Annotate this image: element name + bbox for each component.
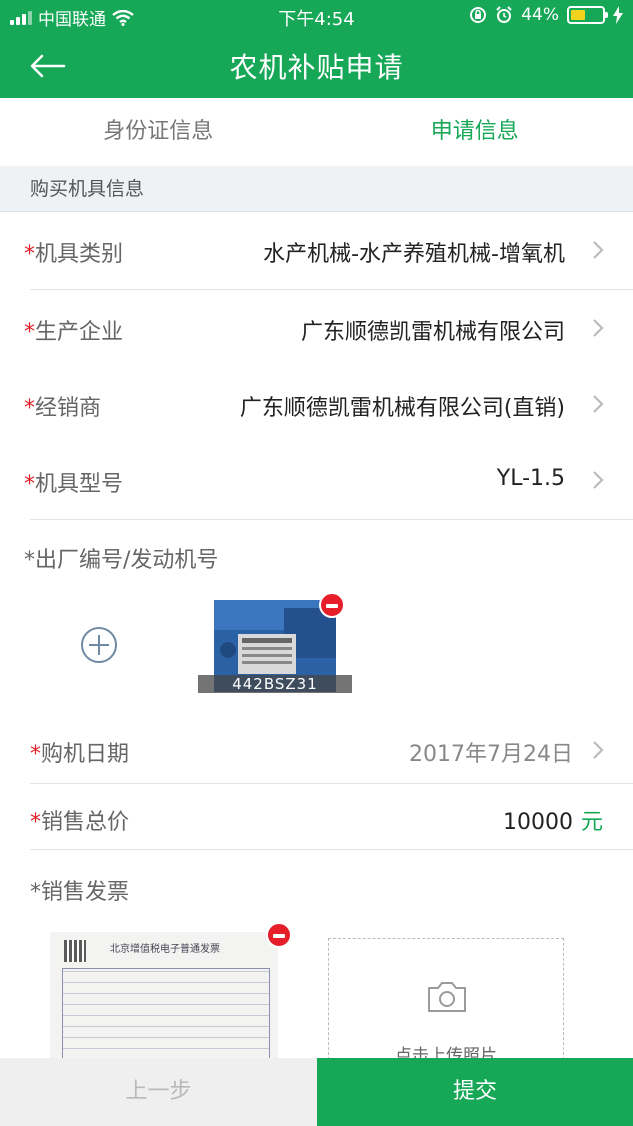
alarm-icon <box>496 6 512 23</box>
required-mark: * <box>30 742 41 767</box>
dealer-row[interactable]: *经销商 广东顺德凯雷机械有限公司(直销) <box>0 366 633 444</box>
category-label: 机具类别 <box>35 242 124 267</box>
category-row[interactable]: *机具类别 水产机械-水产养殖机械-增氧机 <box>0 212 633 290</box>
battery-icon <box>567 6 608 24</box>
camera-icon <box>428 982 466 1012</box>
model-value: YL-1.5 <box>496 466 565 491</box>
app-header-bar: 中国联通 下午4:54 44% 农机补贴申请 <box>0 0 633 98</box>
invoice-header-text: 北京增值税电子普通发票 <box>110 944 220 955</box>
status-bar: 中国联通 下午4:54 44% <box>0 0 633 32</box>
currency-unit: 元 <box>580 810 603 835</box>
invoice-photo-thumbnail[interactable]: 北京增值税电子普通发票 <box>50 932 278 1060</box>
purchase-date-label: 购机日期 <box>41 742 130 767</box>
category-value: 水产机械-水产养殖机械-增氧机 <box>263 242 565 267</box>
required-mark: * <box>30 810 41 835</box>
upload-photo-button[interactable]: 点击上传照片 <box>328 938 564 1066</box>
manufacturer-label: 生产企业 <box>35 320 124 345</box>
section-title: 购买机具信息 <box>0 166 633 212</box>
total-price-row: *销售总价 10000 元 <box>0 784 633 850</box>
required-mark: * <box>24 396 35 421</box>
required-mark: * <box>24 548 35 573</box>
chevron-right-icon <box>593 395 604 413</box>
tab-bar: 身份证信息 申请信息 <box>0 98 633 166</box>
photo-caption: 442BSZ31 <box>198 675 352 693</box>
previous-step-button[interactable]: 上一步 <box>0 1058 317 1126</box>
required-mark: * <box>24 242 35 267</box>
purchase-date-row[interactable]: *购机日期 2017年7月24日 <box>0 716 633 784</box>
model-row[interactable]: *机具型号 YL-1.5 <box>0 442 633 520</box>
serial-number-upload: *出厂编号/发动机号 442BSZ31 <box>0 520 633 716</box>
tab-application-info[interactable]: 申请信息 <box>317 98 633 166</box>
model-label: 机具型号 <box>35 472 124 497</box>
remove-photo-button[interactable] <box>319 592 345 618</box>
charging-bolt-icon <box>613 6 623 24</box>
dealer-label: 经销商 <box>35 396 102 421</box>
invoice-upload: *销售发票 北京增值税电子普通发票 点击上传照片 <box>0 850 633 1066</box>
nav-header: 农机补贴申请 <box>0 32 633 98</box>
submit-button[interactable]: 提交 <box>317 1058 633 1126</box>
dealer-value: 广东顺德凯雷机械有限公司(直销) <box>239 396 565 421</box>
chevron-right-icon <box>593 741 604 759</box>
rotation-lock-icon <box>470 7 487 23</box>
required-mark: * <box>24 472 35 497</box>
total-price-input[interactable]: 10000 <box>503 810 573 835</box>
add-photo-plus-icon[interactable] <box>80 626 118 664</box>
battery-percent: 44% <box>521 5 559 25</box>
remove-invoice-button[interactable] <box>266 922 292 948</box>
required-mark: * <box>24 320 35 345</box>
chevron-right-icon <box>593 319 604 337</box>
tab-id-info[interactable]: 身份证信息 <box>0 98 317 166</box>
manufacturer-value: 广东顺德凯雷机械有限公司 <box>300 320 565 345</box>
invoice-label: 销售发票 <box>41 880 130 905</box>
total-price-label: 销售总价 <box>41 810 130 835</box>
chevron-right-icon <box>593 471 604 489</box>
required-mark: * <box>30 880 41 905</box>
manufacturer-row[interactable]: *生产企业 广东顺德凯雷机械有限公司 <box>0 290 633 368</box>
chevron-right-icon <box>593 241 604 259</box>
page-title: 农机补贴申请 <box>229 51 404 84</box>
bottom-action-bar: 上一步 提交 <box>0 1058 633 1126</box>
purchase-date-value: 2017年7月24日 <box>409 742 573 767</box>
serial-label: 出厂编号/发动机号 <box>35 548 219 573</box>
qr-code <box>64 940 86 962</box>
